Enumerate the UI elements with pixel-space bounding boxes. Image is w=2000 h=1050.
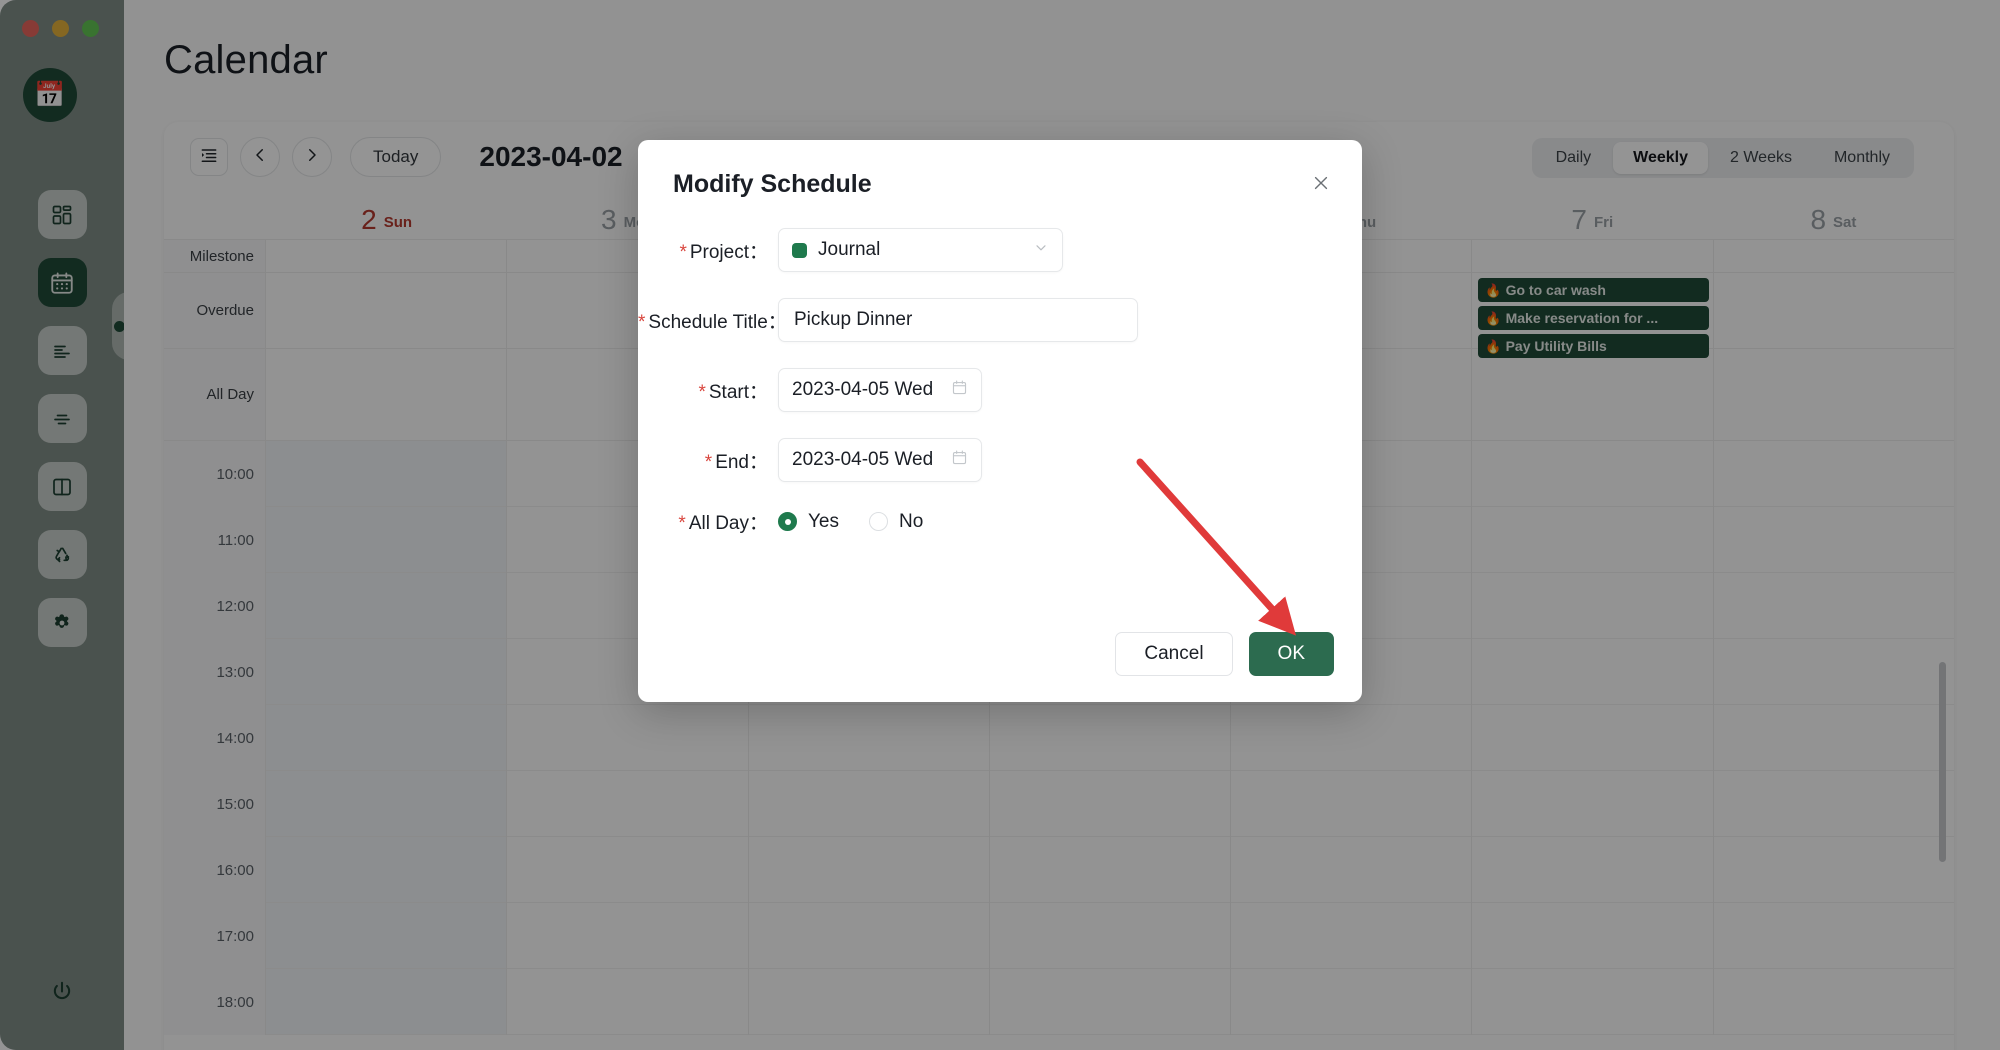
project-select[interactable]: Journal: [778, 228, 1063, 272]
all-day-field-label: *All Day：: [638, 508, 778, 535]
ok-button[interactable]: OK: [1249, 632, 1334, 676]
radio-yes-indicator[interactable]: [778, 512, 797, 531]
start-label-text: Start：: [709, 382, 768, 403]
start-date-value: 2023-04-05 Wed: [792, 379, 933, 401]
app-window: 📅: [0, 0, 2000, 1050]
end-label-text: End：: [715, 452, 768, 473]
project-selected-value: Journal: [818, 239, 880, 261]
all-day-label-text: All Day：: [689, 513, 768, 534]
schedule-form: *Project： Journal *Schedule Title： Picku…: [638, 228, 1362, 561]
close-icon: [1311, 173, 1331, 198]
start-date-input[interactable]: 2023-04-05 Wed: [778, 368, 982, 412]
form-row-start: *Start： 2023-04-05 Wed: [638, 368, 1362, 412]
end-field-label: *End：: [638, 447, 778, 474]
radio-yes-label: Yes: [808, 511, 839, 533]
form-row-schedule-title: *Schedule Title： Pickup Dinner: [638, 298, 1362, 342]
all-day-radio-group: Yes No: [778, 511, 923, 533]
schedule-title-field-label: *Schedule Title：: [638, 307, 778, 334]
all-day-option-no[interactable]: No: [869, 511, 923, 533]
chevron-down-icon: [1033, 240, 1049, 261]
start-field-label: *Start：: [638, 377, 778, 404]
required-marker: *: [679, 242, 686, 263]
close-dialog-button[interactable]: [1304, 168, 1338, 202]
calendar-small-icon: [951, 379, 968, 401]
cancel-button[interactable]: Cancel: [1115, 632, 1232, 676]
dialog-actions: Cancel OK: [1115, 632, 1334, 676]
required-marker: *: [705, 452, 712, 473]
schedule-title-input[interactable]: Pickup Dinner: [778, 298, 1138, 342]
calendar-small-icon: [951, 449, 968, 471]
project-label-text: Project：: [690, 242, 768, 263]
schedule-title-label-text: Schedule Title：: [648, 312, 786, 333]
end-date-value: 2023-04-05 Wed: [792, 449, 933, 471]
required-marker: *: [698, 382, 705, 403]
project-field-label: *Project：: [638, 237, 778, 264]
radio-no-indicator[interactable]: [869, 512, 888, 531]
all-day-option-yes[interactable]: Yes: [778, 511, 839, 533]
form-row-project: *Project： Journal: [638, 228, 1362, 272]
end-date-input[interactable]: 2023-04-05 Wed: [778, 438, 982, 482]
form-row-end: *End： 2023-04-05 Wed: [638, 438, 1362, 482]
dialog-title: Modify Schedule: [673, 170, 872, 199]
form-row-all-day: *All Day： Yes No: [638, 508, 1362, 535]
required-marker: *: [638, 312, 645, 333]
project-color-dot: [792, 243, 807, 258]
required-marker: *: [678, 513, 685, 534]
modify-schedule-dialog: Modify Schedule *Project： Journal: [638, 140, 1362, 702]
radio-no-label: No: [899, 511, 923, 533]
